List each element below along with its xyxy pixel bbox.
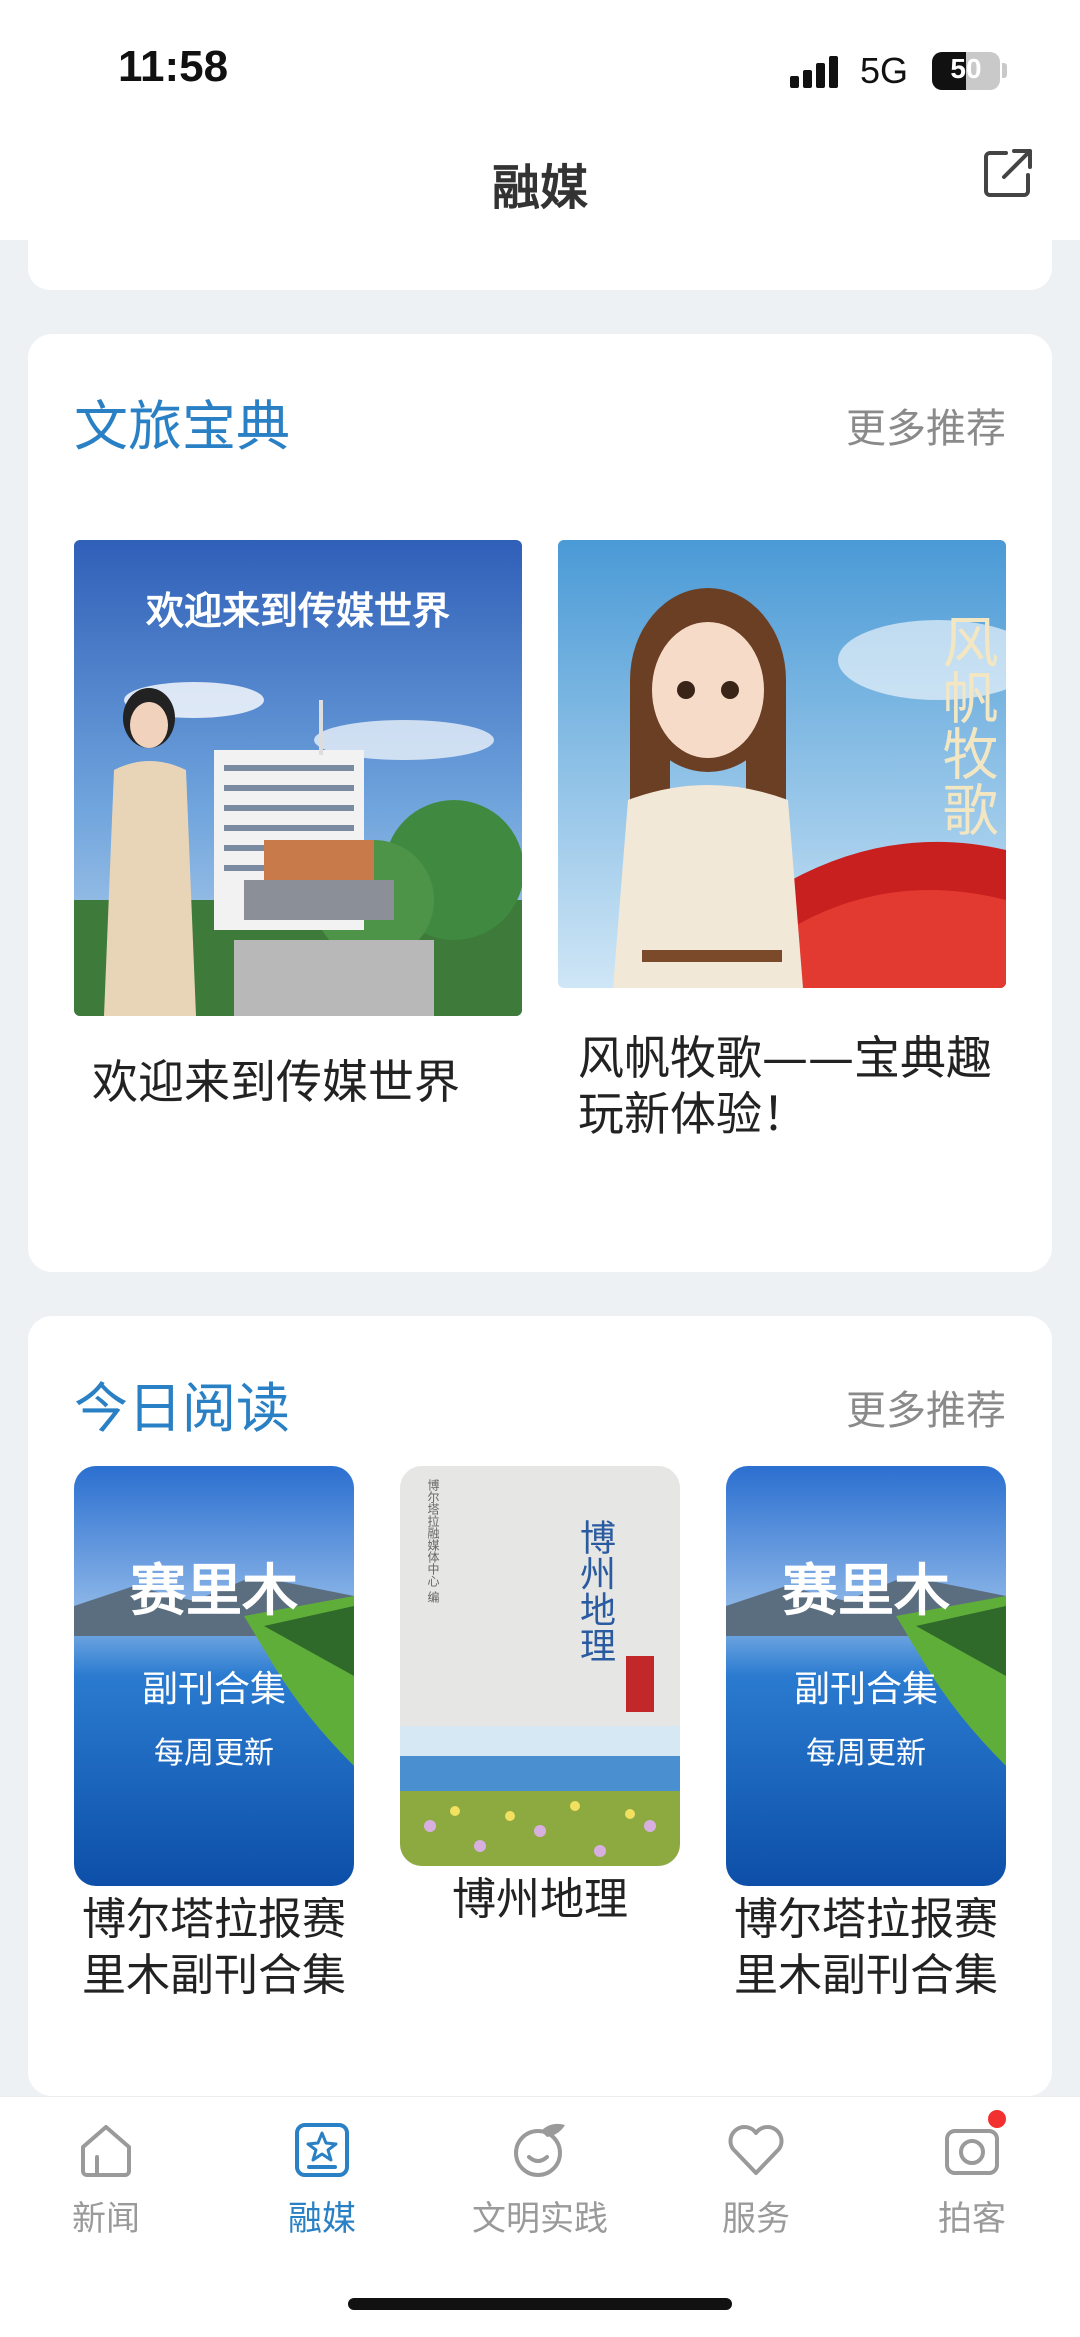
sail-song-overlay-text: 风帆牧歌 [933, 613, 998, 837]
book-1-cover-subtitle: 副刊合集 [141, 1669, 286, 1710]
nav-label-photographer: 拍客 [938, 2199, 1006, 2239]
reading-more-link[interactable]: 更多推荐 [846, 1378, 1006, 1436]
battery-percent: 50 [950, 53, 982, 84]
today-reading-card: 今日阅读 更多推荐 赛里木 副刊合集 每周更新 博尔塔拉报赛里木副刊合集 博州地… [28, 1316, 1052, 2096]
nav-item-civilization[interactable]: 文明实践 [460, 2117, 620, 2240]
book-1-caption[interactable]: 博尔塔拉报赛里木副刊合集 [74, 1892, 354, 2004]
book-cover-sailimu-1[interactable]: 赛里木 副刊合集 每周更新 [74, 1466, 354, 1886]
media-world-overlay-text: 欢迎来到传媒世界 [145, 588, 450, 633]
nav-item-media[interactable]: 融媒 [242, 2117, 402, 2240]
reading-section-title: 今日阅读 [74, 1377, 290, 1440]
book-cover-sailimu-2[interactable]: 赛里木 副刊合集 每周更新 [726, 1466, 1006, 1886]
geography-cover-image [400, 1466, 680, 1866]
network-label: 5G [860, 50, 909, 91]
share-icon [984, 149, 1032, 197]
book-2-caption[interactable]: 博州地理 [400, 1872, 680, 1928]
page-title: 融媒 [491, 160, 588, 216]
status-bar: 11:58 5G 50 [0, 0, 1080, 140]
culture-more-link[interactable]: 更多推荐 [846, 396, 1006, 454]
culture-section-title: 文旅宝典 [74, 395, 290, 458]
book-1-cover-title: 赛里木 [130, 1558, 298, 1624]
media-world-caption[interactable]: 欢迎来到传媒世界 [92, 1054, 512, 1110]
home-indicator [348, 2298, 732, 2310]
media-icon [295, 2123, 349, 2177]
book-cover-bozhou-geography[interactable]: 博州地理 博尔塔拉融媒体中心 编 [400, 1466, 680, 1866]
signal-icon [790, 56, 842, 88]
sail-song-thumbnail[interactable]: 风帆牧歌 [558, 540, 1006, 988]
sail-song-caption[interactable]: 风帆牧歌——宝典趣玩新体验！ [578, 1030, 1008, 1142]
book-1-cover-note: 每周更新 [154, 1736, 274, 1771]
book-3-cover-subtitle: 副刊合集 [793, 1669, 938, 1710]
battery-icon: 50 [932, 52, 1000, 90]
nav-item-news[interactable]: 新闻 [26, 2117, 186, 2240]
book-2-cover-side: 博尔塔拉融媒体中心 编 [426, 1479, 440, 1603]
nav-item-photographer[interactable]: 拍客 [892, 2117, 1052, 2240]
book-3-cover-title: 赛里木 [782, 1558, 950, 1624]
nav-label-civilization: 文明实践 [472, 2199, 608, 2239]
media-world-thumbnail[interactable]: 欢迎来到传媒世界 [74, 540, 522, 1016]
share-button[interactable] [980, 145, 1036, 201]
nav-item-services[interactable]: 服务 [676, 2117, 836, 2240]
nav-label-services: 服务 [722, 2199, 790, 2239]
top-bar: 融媒 [0, 140, 1080, 240]
culture-guide-card: 文旅宝典 更多推荐 欢迎来到传媒世界 欢迎来到传媒世界 风帆牧歌 风帆牧歌——宝… [28, 334, 1052, 1272]
status-time: 11:58 [118, 42, 229, 91]
home-icon [81, 2125, 131, 2177]
nav-label-news: 新闻 [72, 2199, 140, 2239]
notification-dot [988, 2110, 1006, 2128]
book-2-cover-title: 博州地理 [574, 1519, 615, 1663]
previous-card-edge [28, 240, 1052, 290]
heart-icon [728, 2125, 784, 2175]
book-3-caption[interactable]: 博尔塔拉报赛里木副刊合集 [726, 1892, 1006, 2004]
book-3-cover-note: 每周更新 [806, 1736, 926, 1771]
battery-tip [1002, 63, 1007, 78]
civilization-icon [514, 2123, 565, 2177]
nav-label-media: 融媒 [288, 2199, 356, 2239]
